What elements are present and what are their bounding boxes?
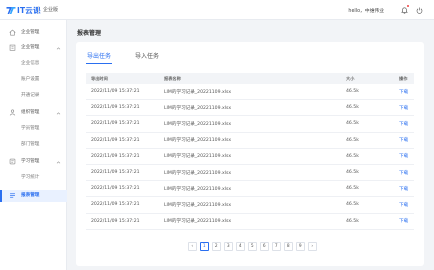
sidebar-group-organization[interactable]: 组织管理 (0, 107, 67, 119)
file-size: 46.5k (346, 170, 359, 176)
export-time: 2022/11/09 15:37:21 (91, 153, 140, 159)
logo-icon (6, 6, 16, 15)
table-row: 2022/11/09 15:37:21 LIM的学习记录_20221109.xl… (86, 84, 414, 101)
sidebar-item-enterprise-home[interactable]: 企业管理 (0, 27, 67, 39)
download-link[interactable]: 下载 (399, 202, 414, 208)
table-row: 2022/11/09 15:37:21 LIM的学习记录_20221109.xl… (86, 214, 414, 230)
report-name: LIM的学习记录_20221109.xlsx (164, 121, 232, 127)
column-header-name: 报表名称 (164, 75, 181, 81)
sidebar-item-departments[interactable]: 部门管理 (0, 139, 67, 151)
download-link[interactable]: 下载 (399, 105, 414, 111)
org-icon (9, 109, 16, 116)
export-time: 2022/11/09 15:37:21 (91, 170, 140, 176)
download-link[interactable]: 下载 (399, 137, 414, 143)
tab-import-tasks[interactable]: 导入任务 (134, 52, 160, 66)
report-name: LIM的学习记录_20221109.xlsx (164, 202, 232, 208)
sidebar-item-learning-stats[interactable]: 学习统计 (0, 172, 67, 184)
sidebar-item-activation-records[interactable]: 开通记录 (0, 90, 67, 102)
page-button-1[interactable]: 1 (200, 242, 209, 251)
user-greeting: hello，中维伟业 (348, 8, 384, 14)
table-row: 2022/11/09 15:37:21 LIM的学习记录_20221109.xl… (86, 165, 414, 182)
table-row: 2022/11/09 15:37:21 LIM的学习记录_20221109.xl… (86, 149, 414, 165)
header-divider (38, 6, 39, 14)
logo[interactable]: IT云课 (6, 4, 41, 16)
sidebar-item-reports[interactable]: 报表管理 (0, 190, 67, 202)
file-size: 46.5k (346, 218, 359, 224)
file-size: 46.5k (346, 202, 359, 208)
report-name: LIM的学习记录_20221109.xlsx (164, 138, 232, 144)
next-page-button[interactable]: › (308, 242, 317, 251)
chevron-up-icon (56, 46, 61, 51)
sidebar-item-students[interactable]: 学员管理 (0, 123, 67, 135)
table-row: 2022/11/09 15:37:21 LIM的学习记录_20221109.xl… (86, 197, 414, 214)
pagination: ‹ 1 2 3 4 5 6 7 8 9 › (188, 242, 320, 251)
report-name: LIM的学习记录_20221109.xlsx (164, 170, 232, 176)
chevron-up-icon (56, 160, 61, 165)
report-card: 导出任务 导入任务 导出时间 报表名称 大小 操作 2022/11/09 15:… (76, 42, 424, 266)
page-button-6[interactable]: 6 (260, 242, 269, 251)
report-name: LIM的学习记录_20221109.xlsx (164, 105, 232, 111)
table-row: 2022/11/09 15:37:21 LIM的学习记录_20221109.xl… (86, 100, 414, 117)
export-time: 2022/11/09 15:37:21 (91, 121, 140, 127)
page-button-8[interactable]: 8 (284, 242, 293, 251)
book-icon (9, 158, 16, 165)
download-link[interactable]: 下载 (399, 121, 414, 127)
page-button-3[interactable]: 3 (224, 242, 233, 251)
table-row: 2022/11/09 15:37:21 LIM的学习记录_20221109.xl… (86, 116, 414, 133)
column-header-time: 导出时间 (91, 75, 108, 81)
download-link[interactable]: 下载 (399, 89, 414, 95)
download-link[interactable]: 下载 (399, 186, 414, 192)
report-icon (9, 192, 16, 199)
sidebar-group-enterprise[interactable]: 企业管理 (0, 42, 67, 54)
download-link[interactable]: 下载 (399, 153, 414, 159)
file-size: 46.5k (346, 105, 359, 111)
building-icon (9, 44, 16, 51)
report-name: LIM的学习记录_20221109.xlsx (164, 219, 232, 225)
top-bar: IT云课 企业版 hello，中维伟业 (0, 0, 434, 20)
sidebar: 企业管理 企业管理 企业信息 账户设置 开通记录 组织管理 学员管理 部门管理 (0, 20, 67, 270)
report-name: LIM的学习记录_20221109.xlsx (164, 154, 232, 160)
page-button-9[interactable]: 9 (296, 242, 305, 251)
file-size: 46.5k (346, 89, 359, 95)
table-row: 2022/11/09 15:37:21 LIM的学习记录_20221109.xl… (86, 181, 414, 198)
export-time: 2022/11/09 15:37:21 (91, 137, 140, 143)
app-title: 企业版 (43, 7, 59, 13)
export-time: 2022/11/09 15:37:21 (91, 218, 140, 224)
column-header-action: 操作 (399, 75, 408, 81)
power-icon[interactable] (414, 5, 424, 15)
sidebar-group-learning[interactable]: 学习管理 (0, 156, 67, 168)
file-size: 46.5k (346, 137, 359, 143)
chevron-up-icon (56, 111, 61, 116)
prev-page-button[interactable]: ‹ (188, 242, 197, 251)
tab-export-tasks[interactable]: 导出任务 (86, 52, 113, 66)
export-time: 2022/11/09 15:37:21 (91, 105, 140, 111)
file-size: 46.5k (346, 153, 359, 159)
page-button-4[interactable]: 4 (236, 242, 245, 251)
bell-icon[interactable] (399, 5, 409, 15)
table-header: 导出时间 报表名称 大小 操作 (86, 73, 414, 84)
sidebar-item-account-settings[interactable]: 账户设置 (0, 74, 67, 86)
page-button-7[interactable]: 7 (272, 242, 281, 251)
download-link[interactable]: 下载 (399, 218, 414, 224)
report-table: 导出时间 报表名称 大小 操作 2022/11/09 15:37:21 LIM的… (86, 73, 414, 230)
export-time: 2022/11/09 15:37:21 (91, 186, 140, 192)
report-name: LIM的学习记录_20221109.xlsx (164, 89, 232, 95)
tab-bar: 导出任务 导入任务 (86, 52, 182, 66)
home-icon (9, 29, 16, 36)
page-title: 报表管理 (77, 30, 102, 37)
sidebar-item-enterprise-info[interactable]: 企业信息 (0, 58, 67, 70)
download-link[interactable]: 下载 (399, 170, 414, 176)
page-button-5[interactable]: 5 (248, 242, 257, 251)
page-button-2[interactable]: 2 (212, 242, 221, 251)
export-time: 2022/11/09 15:37:21 (91, 89, 140, 95)
file-size: 46.5k (346, 121, 359, 127)
table-row: 2022/11/09 15:37:21 LIM的学习记录_20221109.xl… (86, 133, 414, 149)
column-header-size: 大小 (346, 75, 355, 81)
file-size: 46.5k (346, 186, 359, 192)
report-name: LIM的学习记录_20221109.xlsx (164, 186, 232, 192)
export-time: 2022/11/09 15:37:21 (91, 202, 140, 208)
header-actions: hello，中维伟业 (348, 4, 424, 16)
